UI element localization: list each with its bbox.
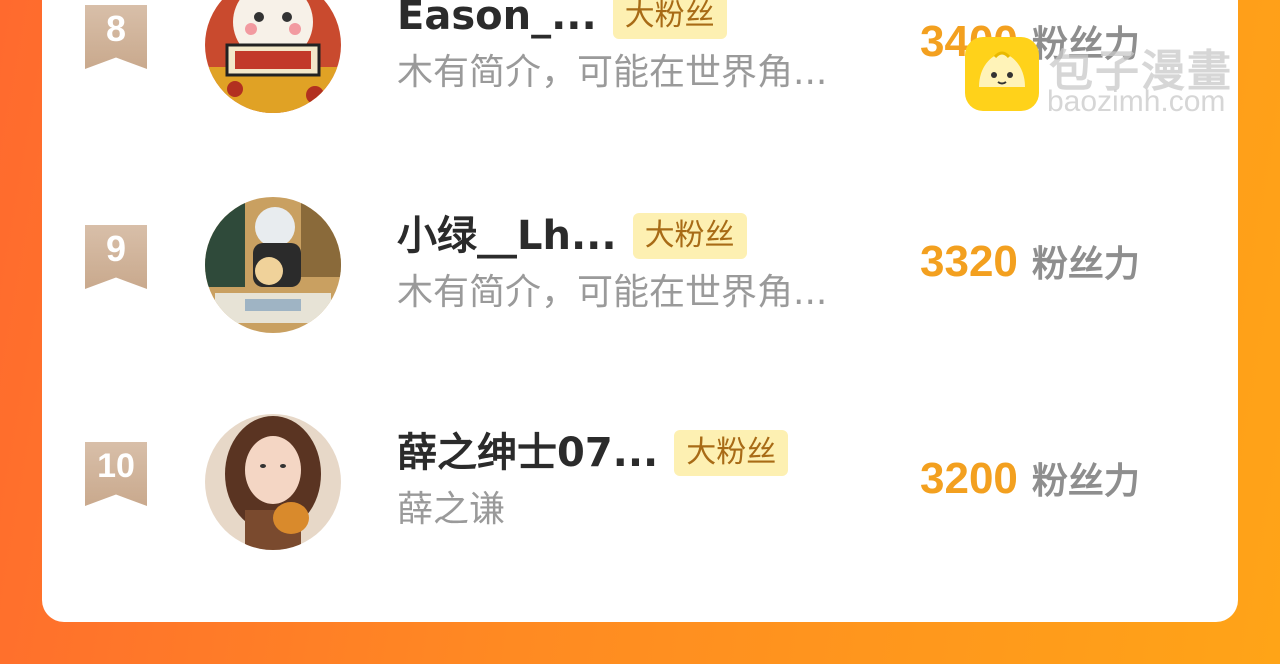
fan-power-score: 3320 粉丝力 xyxy=(920,235,1140,287)
user-bio: 薛之谦 xyxy=(397,489,506,530)
avatar[interactable] xyxy=(205,197,341,333)
user-name[interactable]: 小绿__Lh... xyxy=(397,211,617,261)
score-unit: 粉丝力 xyxy=(1031,461,1140,502)
rank-ribbon: 9 xyxy=(85,225,147,289)
site-watermark: 包子漫畫 baozimh.com xyxy=(965,35,1265,125)
watermark-url: baozimh.com xyxy=(1047,85,1226,118)
fan-level-badge: 大粉丝 xyxy=(674,430,789,476)
user-name[interactable]: 薛之绅士07... xyxy=(397,428,658,478)
user-name[interactable]: Eason_... xyxy=(397,0,597,41)
ranking-row[interactable]: 10 薛之绅士07... 大粉丝 薛之谦 3200 粉丝力 xyxy=(42,414,1238,592)
score-unit: 粉丝力 xyxy=(1031,244,1140,285)
steamed-bun-icon xyxy=(965,37,1039,111)
user-bio: 木有简介，可能在世界角... xyxy=(397,52,828,93)
rank-ribbon: 8 xyxy=(85,5,147,69)
fan-level-badge: 大粉丝 xyxy=(632,213,747,259)
fan-power-score: 3200 粉丝力 xyxy=(920,452,1140,504)
fan-level-badge: 大粉丝 xyxy=(612,0,727,39)
score-value: 3320 xyxy=(920,237,1018,286)
avatar[interactable] xyxy=(205,0,341,113)
score-value: 3200 xyxy=(920,454,1018,503)
rank-ribbon: 10 xyxy=(85,442,147,506)
ranking-row[interactable]: 9 小绿__Lh... 大粉丝 木有简介，可能在世界角... 3320 粉丝力 xyxy=(42,197,1238,375)
avatar[interactable] xyxy=(205,414,341,550)
user-bio: 木有简介，可能在世界角... xyxy=(397,272,828,313)
